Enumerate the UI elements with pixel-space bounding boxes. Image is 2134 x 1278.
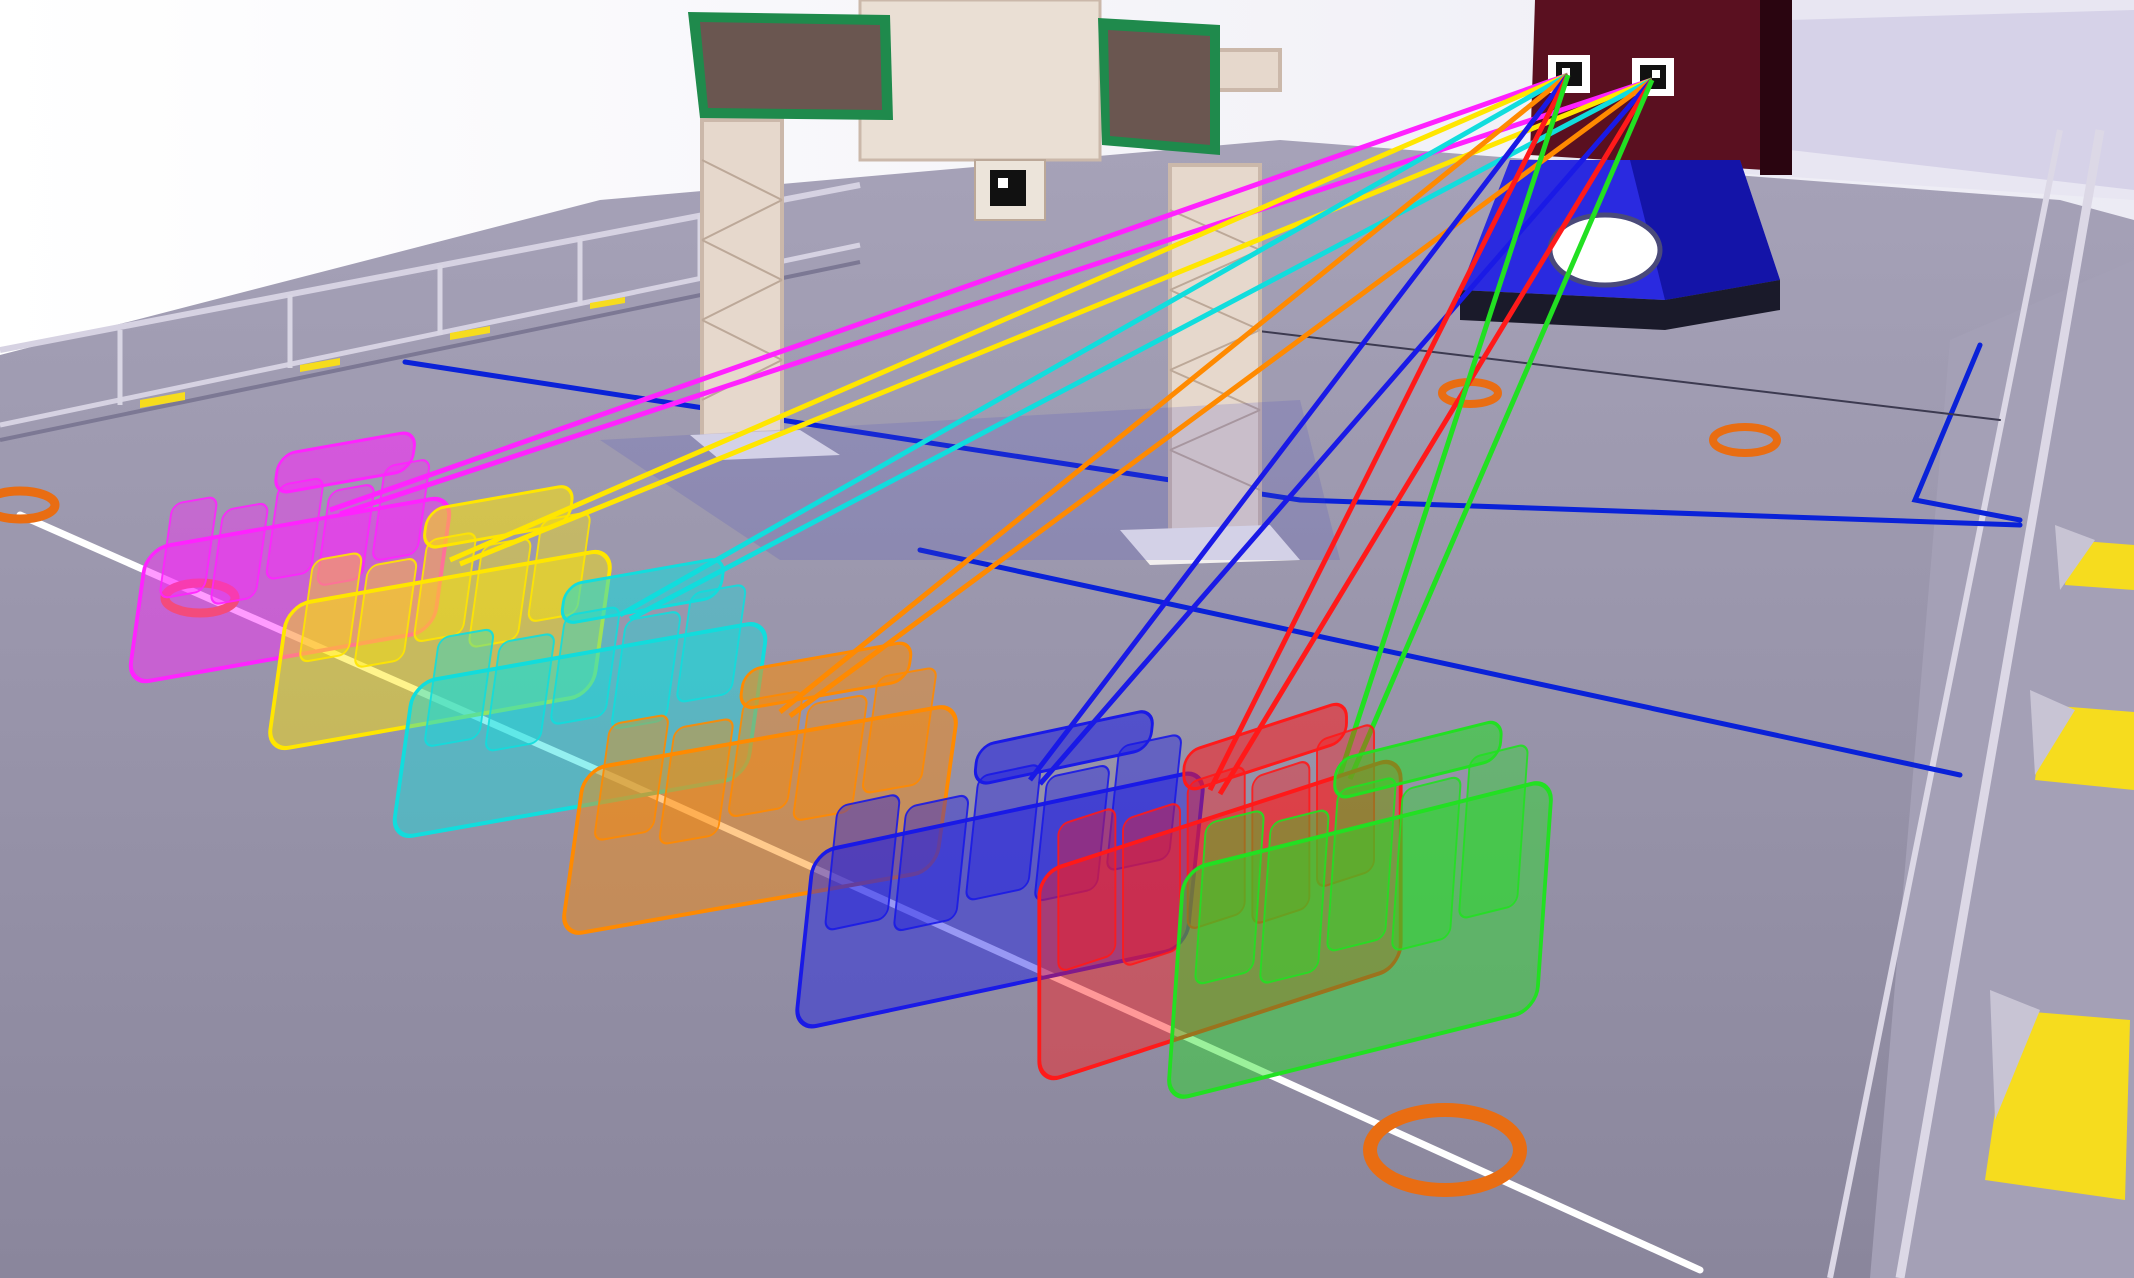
center-marker-panel [974,159,1046,221]
robot-mechanism-bar [1259,809,1330,984]
display-screen-right [1098,18,1220,155]
robot-mechanism-bar [1458,744,1529,919]
robot-mechanism-bar [1326,777,1397,952]
scene-svg [0,0,2134,1278]
hub-pillar [1760,0,1792,175]
robot-mechanism-bar [1122,803,1182,966]
robot-mechanism-bar [1057,808,1117,971]
truss-back-frame [858,0,1102,162]
robot-mechanism-bar [1391,776,1462,951]
robot-pose-visualization-scene [0,0,2134,1278]
robot-mechanism-bar [1194,810,1265,985]
display-screen-left [688,12,893,120]
